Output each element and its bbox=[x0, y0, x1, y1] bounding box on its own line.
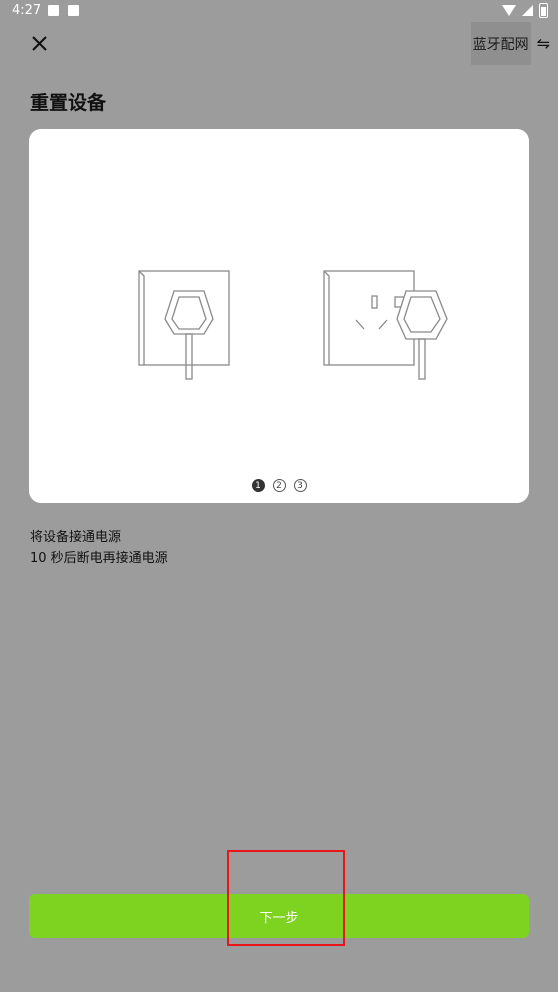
instructions-text: 将设备接通电源 10 秒后断电再接通电源 bbox=[30, 527, 168, 569]
outlet-right-image bbox=[323, 270, 448, 380]
carousel-indicators: 1 2 3 bbox=[29, 479, 529, 492]
bluetooth-pairing-label: 蓝牙配网 bbox=[472, 36, 529, 53]
instruction-line: 10 秒后断电再接通电源 bbox=[30, 551, 168, 566]
gallery-notification-icon bbox=[48, 5, 59, 16]
instruction-line: 将设备接通电源 bbox=[30, 530, 122, 545]
app-notification-icon bbox=[68, 5, 79, 16]
status-time: 4:27 bbox=[12, 3, 42, 18]
next-step-label: 下一步 bbox=[259, 910, 299, 926]
bluetooth-pairing-button[interactable]: 蓝牙配网 bbox=[470, 22, 531, 65]
plug-illustration bbox=[138, 270, 448, 380]
battery-icon bbox=[539, 3, 548, 18]
status-indicators bbox=[502, 3, 548, 18]
page-title: 重置设备 bbox=[30, 92, 107, 114]
close-icon bbox=[32, 36, 47, 51]
status-bar: 4:27 bbox=[0, 0, 558, 22]
close-button[interactable] bbox=[28, 32, 52, 56]
wifi-icon bbox=[502, 5, 516, 16]
carousel-dot[interactable]: 3 bbox=[293, 479, 307, 492]
switch-arrows-icon[interactable]: ⇋ bbox=[537, 34, 550, 53]
next-step-button[interactable]: 下一步 bbox=[29, 894, 529, 938]
switch-mode-area: 蓝牙配网 ⇋ bbox=[470, 22, 550, 65]
carousel-dot[interactable]: 1 bbox=[251, 479, 265, 492]
cell-signal-icon bbox=[522, 5, 533, 16]
carousel-dot[interactable]: 2 bbox=[272, 479, 286, 492]
outlet-left-image bbox=[138, 270, 230, 380]
illustration-card: 1 2 3 bbox=[29, 129, 529, 503]
